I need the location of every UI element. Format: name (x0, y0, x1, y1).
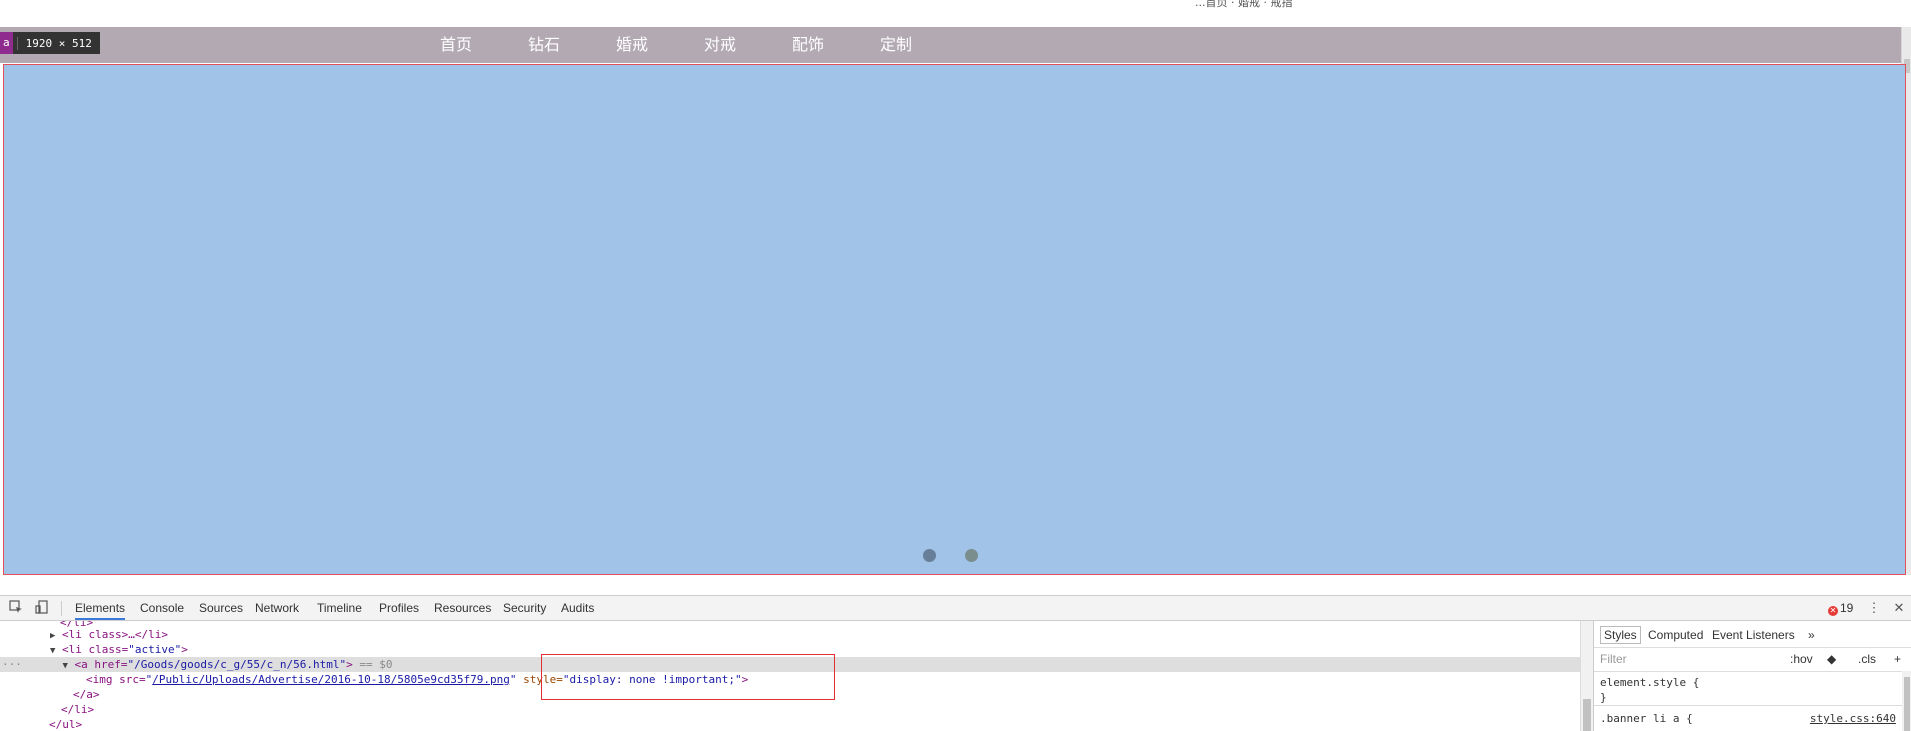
tab-security[interactable]: Security (503, 596, 546, 620)
rule-selector[interactable]: .banner li a { (1600, 712, 1693, 725)
device-mode-icon[interactable] (34, 600, 50, 616)
tab-profiles[interactable]: Profiles (379, 596, 419, 620)
carousel-dot-2[interactable] (965, 549, 978, 562)
expand-arrow-icon[interactable]: ▶ (0, 631, 55, 641)
highlight-annotation-box (541, 654, 835, 700)
new-rule-button[interactable]: + (1894, 652, 1901, 666)
tab-event-listeners[interactable]: Event Listeners (1712, 627, 1795, 643)
styles-panel: Styles Computed Event Listeners » Filter… (1593, 621, 1911, 731)
tab-sources[interactable]: Sources (199, 596, 243, 620)
rule-divider (1594, 705, 1902, 706)
tab-resources[interactable]: Resources (434, 596, 491, 620)
nav-item-accessories[interactable]: 配饰 (792, 27, 824, 63)
tooltip-dimensions: 1920 × 512 (16, 36, 100, 50)
nav-item-diamond[interactable]: 钻石 (528, 27, 560, 63)
breadcrumb: ...首页 · 婚戒 · 戒指 (1195, 0, 1293, 9)
filter-input[interactable]: Filter (1600, 652, 1627, 666)
tab-timeline[interactable]: Timeline (317, 596, 362, 620)
image-src-link[interactable]: /Public/Uploads/Advertise/2016-10-18/580… (152, 673, 510, 686)
page-bottom-gap (0, 575, 1911, 595)
elements-scrollbar-thumb[interactable] (1583, 699, 1591, 731)
tab-network[interactable]: Network (255, 596, 299, 620)
tab-audits[interactable]: Audits (561, 596, 594, 620)
toolbar-separator (61, 601, 62, 616)
styles-scrollbar[interactable] (1902, 671, 1911, 731)
tab-computed[interactable]: Computed (1648, 627, 1703, 643)
code-line[interactable]: </ul> (0, 717, 1580, 731)
styles-tabbar: Styles Computed Event Listeners » (1594, 621, 1911, 648)
banner-area[interactable] (3, 64, 1906, 575)
nav-item-custom[interactable]: 定制 (880, 27, 912, 63)
hov-toggle[interactable]: :hov (1790, 652, 1813, 666)
ellipsis-icon: ··· (2, 658, 22, 671)
more-vert-icon[interactable]: ⋮ (1866, 600, 1882, 616)
main-navbar (0, 27, 1901, 63)
close-icon[interactable]: ✕ (1891, 600, 1907, 616)
inspect-icon[interactable] (8, 600, 24, 616)
code-line[interactable]: ▶ <li class>…</li> (0, 627, 1580, 642)
tab-console[interactable]: Console (140, 596, 184, 620)
error-count-badge[interactable]: ✕ 19 (1828, 596, 1853, 620)
element-size-tooltip: a 1920 × 512 (0, 32, 100, 54)
rule-source-link[interactable]: style.css:640 (1810, 712, 1896, 725)
nav-item-home[interactable]: 首页 (440, 27, 472, 63)
tooltip-tag-name: a (0, 32, 13, 54)
styles-filter-bar: Filter :hov ◆ .cls + (1594, 647, 1911, 672)
tab-styles[interactable]: Styles (1600, 626, 1641, 644)
carousel-dot-1[interactable] (923, 549, 936, 562)
tab-elements[interactable]: Elements (75, 596, 126, 620)
nav-item-wedding-ring[interactable]: 婚戒 (616, 27, 648, 63)
color-format-icon[interactable]: ◆ (1827, 652, 1836, 666)
collapse-arrow-icon[interactable]: ▼ (0, 646, 55, 656)
error-count: 19 (1840, 601, 1854, 615)
error-icon: ✕ (1828, 606, 1838, 616)
collapse-arrow-icon[interactable]: ▼ (29, 661, 68, 671)
nav-item-couple-ring[interactable]: 对戒 (704, 27, 736, 63)
page-top-strip: ...首页 · 婚戒 · 戒指 (0, 0, 1911, 27)
styles-scrollbar-thumb[interactable] (1904, 677, 1910, 731)
cls-toggle[interactable]: .cls (1858, 652, 1876, 666)
more-tabs-icon[interactable]: » (1808, 627, 1815, 643)
devtools-toolbar: Elements Console Sources Network Timelin… (0, 595, 1911, 621)
code-line[interactable]: </li> (0, 702, 1580, 717)
element-style-close: } (1600, 691, 1607, 704)
elements-scrollbar[interactable] (1580, 621, 1593, 731)
element-style-selector[interactable]: element.style { (1600, 676, 1699, 689)
